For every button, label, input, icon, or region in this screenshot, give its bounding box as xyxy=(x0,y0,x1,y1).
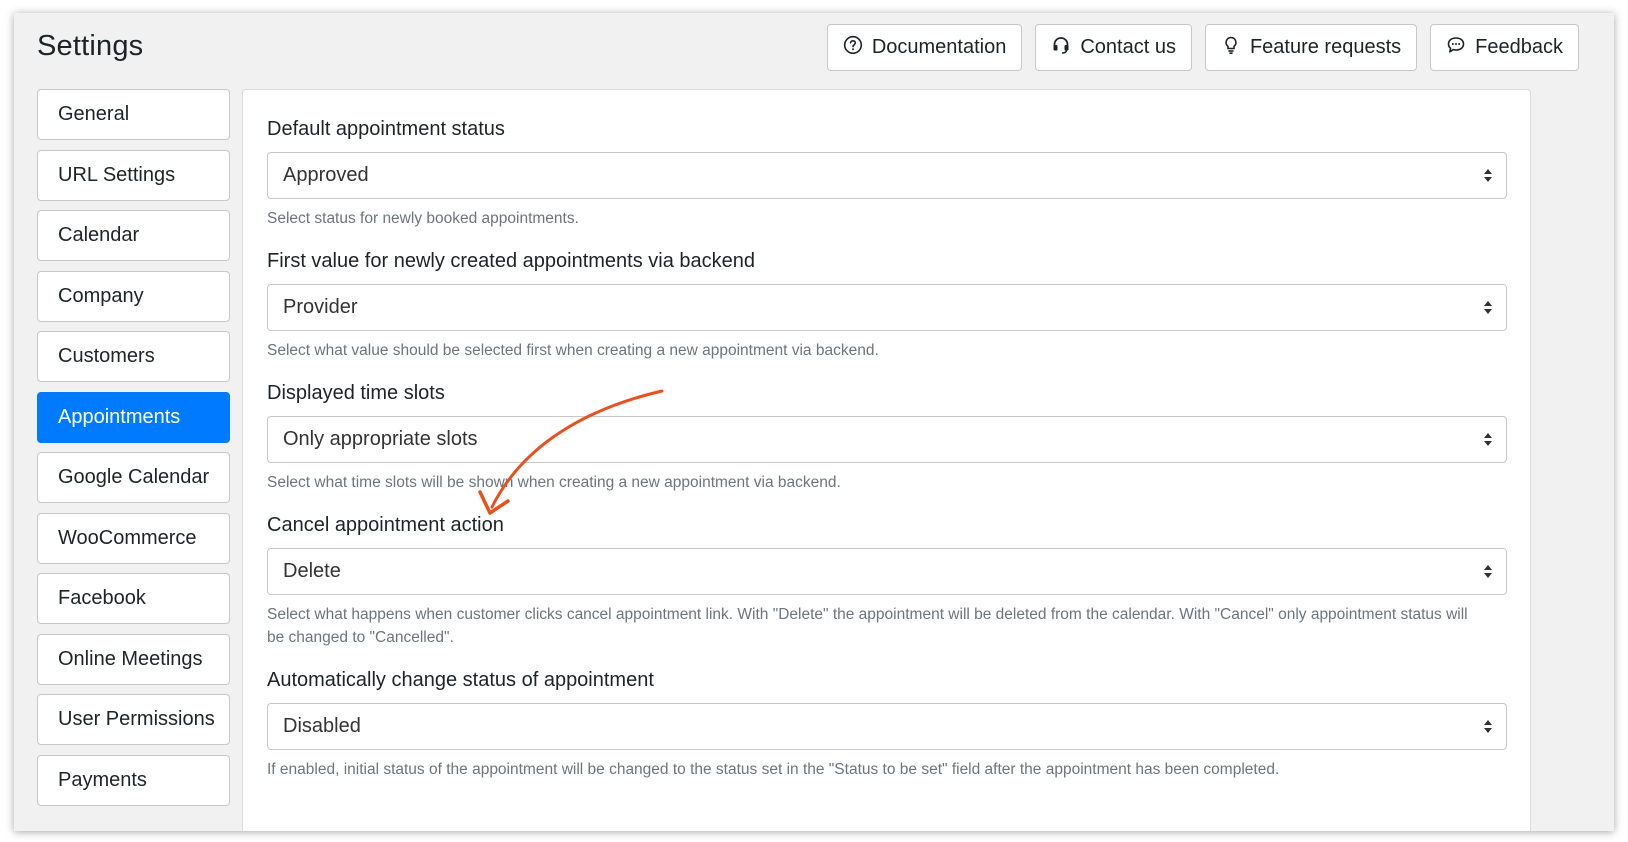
select-caret-icon xyxy=(1484,169,1492,182)
feature-requests-button[interactable]: Feature requests xyxy=(1204,24,1418,71)
sidebar-item-facebook[interactable]: Facebook xyxy=(37,573,230,624)
default-appointment-status-select[interactable]: Approved xyxy=(267,152,1507,199)
sidebar-item-online-meetings[interactable]: Online Meetings xyxy=(37,633,230,685)
header-actions: Documentation Contact us Feature request… xyxy=(826,24,1579,71)
feedback-label: Feedback xyxy=(1475,36,1563,58)
field-auto-change-status: Automatically change status of appointme… xyxy=(267,669,1507,781)
auto-change-status-select[interactable]: Disabled xyxy=(267,703,1507,750)
cancel-appointment-action-select[interactable]: Delete xyxy=(267,548,1507,595)
select-value: Approved xyxy=(283,164,369,186)
contact-us-label: Contact us xyxy=(1080,36,1176,58)
field-help-text: Select what value should be selected fir… xyxy=(267,342,879,359)
field-help-text: If enabled, initial status of the appoin… xyxy=(267,761,1280,778)
sidebar-item-calendar[interactable]: Calendar xyxy=(37,210,230,261)
sidebar-item-payments[interactable]: Payments xyxy=(37,754,230,806)
documentation-button[interactable]: Documentation xyxy=(826,24,1023,71)
field-label: Default appointment status xyxy=(267,118,505,140)
select-caret-icon xyxy=(1484,433,1492,446)
displayed-time-slots-select[interactable]: Only appropriate slots xyxy=(267,416,1507,463)
documentation-label: Documentation xyxy=(871,36,1007,58)
question-circle-icon xyxy=(843,35,863,61)
settings-window: Settings Documentation Contact us Featur… xyxy=(14,13,1614,831)
settings-sidebar: General URL Settings Calendar Company Cu… xyxy=(37,89,230,815)
feature-requests-label: Feature requests xyxy=(1249,36,1402,58)
sidebar-item-url-settings[interactable]: URL Settings xyxy=(37,149,230,201)
sidebar-item-google-calendar[interactable]: Google Calendar xyxy=(37,452,230,503)
field-help-text: Select status for newly booked appointme… xyxy=(267,210,579,227)
field-cancel-appointment-action: Cancel appointment action Delete Select … xyxy=(267,514,1507,649)
field-first-value-backend: First value for newly created appointmen… xyxy=(267,250,1507,362)
select-caret-icon xyxy=(1484,301,1492,314)
field-help-text: Select what happens when customer clicks… xyxy=(267,606,1468,646)
select-value: Provider xyxy=(283,296,358,318)
select-value: Disabled xyxy=(283,715,361,737)
field-default-appointment-status: Default appointment status Approved Sele… xyxy=(267,118,1507,230)
chat-bubble-icon xyxy=(1446,35,1466,61)
page-title: Settings xyxy=(37,30,144,62)
select-value: Delete xyxy=(283,560,341,582)
field-displayed-time-slots: Displayed time slots Only appropriate sl… xyxy=(267,382,1507,494)
field-label: Cancel appointment action xyxy=(267,514,504,536)
sidebar-item-user-permissions[interactable]: User Permissions xyxy=(37,694,230,745)
field-label: Displayed time slots xyxy=(267,382,445,404)
sidebar-item-customers[interactable]: Customers xyxy=(37,331,230,382)
sidebar-item-general[interactable]: General xyxy=(37,89,230,140)
select-value: Only appropriate slots xyxy=(283,428,478,450)
settings-content-panel: Default appointment status Approved Sele… xyxy=(242,89,1531,831)
field-help-text: Select what time slots will be shown whe… xyxy=(267,474,841,491)
headset-icon xyxy=(1051,35,1071,61)
select-caret-icon xyxy=(1484,565,1492,578)
sidebar-item-woocommerce[interactable]: WooCommerce xyxy=(37,512,230,564)
sidebar-item-company[interactable]: Company xyxy=(37,270,230,322)
contact-us-button[interactable]: Contact us xyxy=(1035,24,1192,71)
feedback-button[interactable]: Feedback xyxy=(1430,24,1579,71)
field-label: Automatically change status of appointme… xyxy=(267,669,654,691)
select-caret-icon xyxy=(1484,720,1492,733)
field-label: First value for newly created appointmen… xyxy=(267,250,756,272)
first-value-backend-select[interactable]: Provider xyxy=(267,284,1507,331)
sidebar-item-appointments[interactable]: Appointments xyxy=(37,391,230,443)
lightbulb-icon xyxy=(1221,35,1241,61)
